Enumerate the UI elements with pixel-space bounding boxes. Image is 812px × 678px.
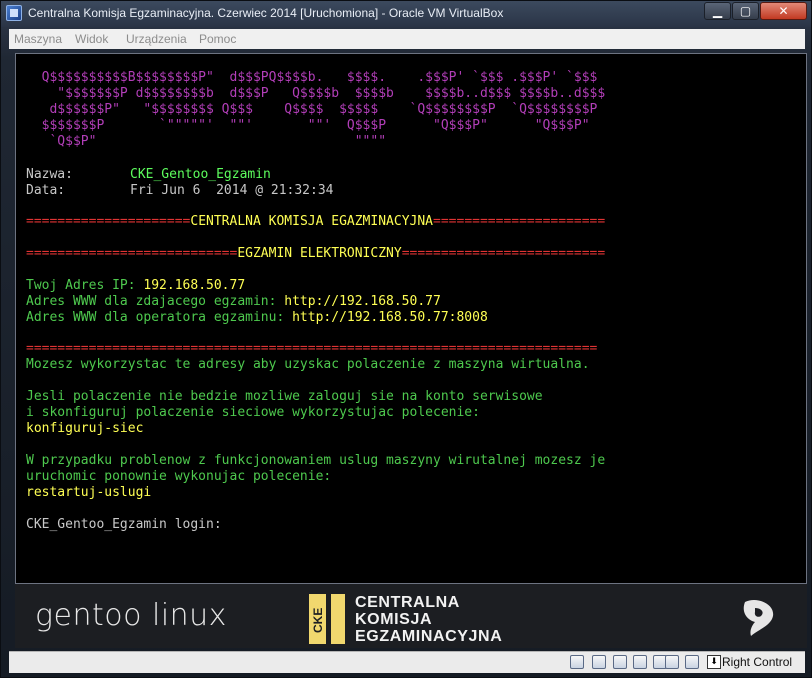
shared-folders-icon[interactable] xyxy=(665,655,679,669)
menu-bar: Maszyna Widok Urządzenia Pomoc xyxy=(9,29,805,49)
login-prompt[interactable]: CKE_Gentoo_Egzamin login: xyxy=(26,517,222,533)
data-label: Data: xyxy=(26,183,66,198)
branding-band: gentoo linux CKE CENTRALNA KOMISJA EGZAM… xyxy=(15,584,807,648)
rule-left: ===================== xyxy=(26,214,191,229)
maximize-button[interactable]: ▢ xyxy=(732,2,759,20)
menu-maszyna[interactable]: Maszyna xyxy=(14,32,62,46)
ascii-art-line: d$$$$$$P" "$$$$$$$$ Q$$$ Q$$$$ $$$$$ `Q$… xyxy=(26,102,598,117)
command-konfiguruj-siec: konfiguruj-siec xyxy=(26,421,144,436)
exam-heading: EGZAMIN ELEKTRONICZNY xyxy=(237,246,402,261)
ip-label: Twoj Adres IP: xyxy=(26,278,136,293)
network-icon[interactable] xyxy=(633,655,647,669)
www-student-value: http://192.168.50.77 xyxy=(284,294,441,309)
gentoo-linux-wordmark: gentoo linux xyxy=(35,598,227,633)
info-message: i skonfiguruj polaczenie sieciowe wykorz… xyxy=(26,405,480,420)
menu-urzadzenia[interactable]: Urządzenia xyxy=(126,32,187,46)
ascii-art-line: `Q$$P" """" xyxy=(26,134,387,149)
ascii-art-line: $$$$$$$P `"""""' ""' ""' Q$$$P "Q$$$P" "… xyxy=(26,118,590,133)
vm-display[interactable]: Q$$$$$$$$$$B$$$$$$$$P" d$$$PQ$$$$b. $$$$… xyxy=(15,53,807,584)
header-rule-cke: =====================CENTRALNA KOMISJA E… xyxy=(26,214,605,230)
mouse-integration-icon[interactable] xyxy=(685,655,699,669)
status-bar: ⬇ Right Control xyxy=(9,651,805,673)
www-operator-line: Adres WWW dla operatora egzaminu: http:/… xyxy=(26,310,488,326)
hard-disk-icon[interactable] xyxy=(570,655,584,669)
virtualbox-app-icon[interactable] xyxy=(6,5,22,21)
info-message: uruchomic ponownie wykonujac polecenie: xyxy=(26,469,332,484)
window-title: Centralna Komisja Egzaminacyjna. Czerwie… xyxy=(28,6,504,20)
virtualbox-window: Centralna Komisja Egzaminacyjna. Czerwie… xyxy=(0,0,812,678)
rule-right: ====================== xyxy=(433,214,606,229)
cke-name-line: CENTRALNA xyxy=(355,594,460,611)
data-value: Fri Jun 6 2014 @ 21:32:34 xyxy=(130,183,334,198)
close-button[interactable]: ✕ xyxy=(760,2,807,20)
ascii-art-line: Q$$$$$$$$$$B$$$$$$$$P" d$$$PQ$$$$b. $$$$… xyxy=(26,70,598,85)
title-bar[interactable]: Centralna Komisja Egzaminacyjna. Czerwie… xyxy=(1,1,811,27)
info-message: Mozesz wykorzystac te adresy aby uzyskac… xyxy=(26,357,590,372)
cke-logo: CKE xyxy=(309,594,345,644)
rule-right: ========================== xyxy=(401,246,606,261)
ip-value: 192.168.50.77 xyxy=(143,278,246,293)
www-student-line: Adres WWW dla zdajacego egzamin: http://… xyxy=(26,294,441,310)
nazwa-label: Nazwa: xyxy=(26,167,73,182)
rule-left: =========================== xyxy=(26,246,238,261)
www-operator-value: http://192.168.50.77:8008 xyxy=(292,310,488,325)
ip-line: Twoj Adres IP: 192.168.50.77 xyxy=(26,278,245,294)
www-operator-label: Adres WWW dla operatora egzaminu: xyxy=(26,310,285,325)
info-message: W przypadku problenow z funkcjonowaniem … xyxy=(26,453,606,468)
separator-rule: ========================================… xyxy=(26,341,598,356)
menu-widok[interactable]: Widok xyxy=(75,32,108,46)
gentoo-logo-icon xyxy=(743,599,774,636)
cke-heading: CENTRALNA KOMISJA EGAZMINACYJNA xyxy=(190,214,434,229)
host-key-label: Right Control xyxy=(722,655,793,669)
nazwa-value: CKE_Gentoo_Egzamin xyxy=(130,167,271,182)
optical-drive-icon[interactable] xyxy=(592,655,606,669)
floppy-icon[interactable] xyxy=(613,655,627,669)
cke-logo-letters: CKE xyxy=(311,607,325,633)
host-key-icon[interactable]: ⬇ xyxy=(707,655,721,669)
cke-name-line: EGZAMINACYJNA xyxy=(355,628,503,645)
header-rule-exam: ===========================EGZAMIN ELEKT… xyxy=(26,246,605,262)
www-student-label: Adres WWW dla zdajacego egzamin: xyxy=(26,294,277,309)
command-restartuj-uslugi: restartuj-uslugi xyxy=(26,485,152,500)
menu-pomoc[interactable]: Pomoc xyxy=(199,32,236,46)
minimize-button[interactable]: ▁ xyxy=(704,2,731,20)
ascii-art-line: "$$$$$$$P d$$$$$$$$b d$$$P Q$$$$b $$$$b … xyxy=(26,86,606,101)
info-message: Jesli polaczenie nie bedzie mozliwe zalo… xyxy=(26,389,543,404)
cke-name-line: KOMISJA xyxy=(355,611,433,628)
